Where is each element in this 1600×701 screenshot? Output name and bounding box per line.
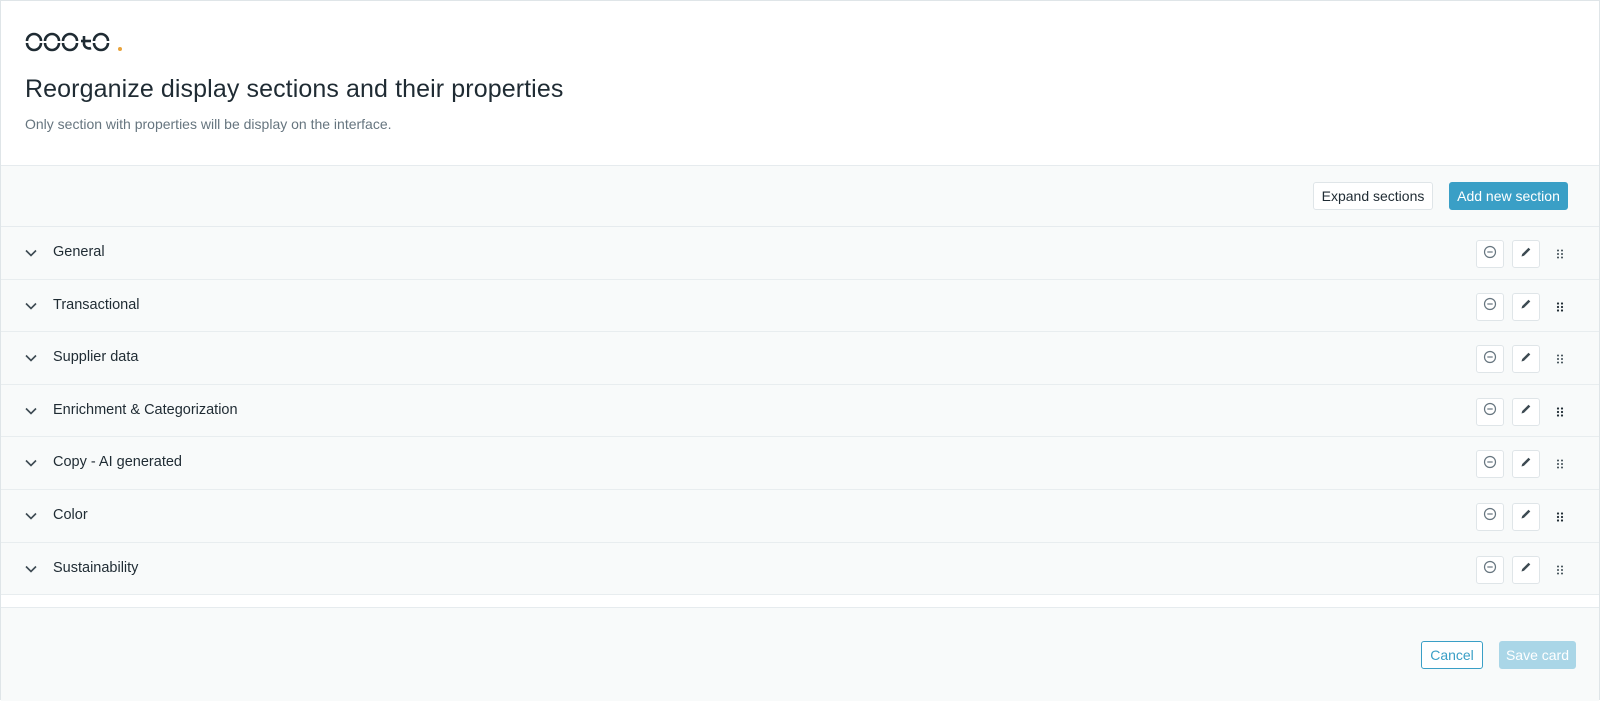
section-row-transactional[interactable]: Transactional	[1, 279, 1599, 333]
modal-frame: Reorganize display sections and their pr…	[0, 0, 1600, 701]
remove-section-button[interactable]	[1476, 555, 1504, 584]
pencil-icon	[1519, 455, 1533, 474]
pencil-icon	[1519, 245, 1533, 264]
page-title: Reorganize display sections and their pr…	[25, 75, 564, 103]
chevron-down-icon[interactable]	[24, 351, 38, 365]
chevron-down-icon[interactable]	[24, 299, 38, 313]
remove-section-button[interactable]	[1476, 397, 1504, 426]
drag-handle-icon[interactable]	[1553, 510, 1567, 524]
edit-section-button[interactable]	[1512, 502, 1540, 531]
minus-circle-icon	[1483, 297, 1497, 316]
pencil-icon	[1519, 560, 1533, 579]
pencil-icon	[1519, 507, 1533, 526]
section-row-sustainability[interactable]: Sustainability	[1, 542, 1599, 596]
drag-handle-icon[interactable]	[1553, 563, 1567, 577]
drag-handle-icon[interactable]	[1553, 352, 1567, 366]
section-label: Copy - AI generated	[53, 454, 182, 471]
pencil-icon	[1519, 297, 1533, 316]
cancel-button[interactable]: Cancel	[1421, 641, 1483, 669]
drag-handle-icon[interactable]	[1553, 247, 1567, 261]
section-row-copy-ai-generated[interactable]: Copy - AI generated	[1, 437, 1599, 490]
drag-handle-icon[interactable]	[1553, 300, 1567, 314]
minus-circle-icon	[1483, 560, 1497, 579]
occtoo-logo	[25, 32, 125, 52]
sections-list: General Transactional Supplier data Enri…	[1, 227, 1599, 596]
section-label: Enrichment & Categorization	[53, 401, 238, 418]
section-row-color[interactable]: Color	[1, 489, 1599, 543]
minus-circle-icon	[1483, 350, 1497, 369]
sections-toolbar: Expand sections Add new section	[1, 166, 1599, 227]
section-label: Transactional	[53, 296, 140, 313]
minus-circle-icon	[1483, 507, 1497, 526]
expand-sections-button[interactable]: Expand sections	[1313, 182, 1433, 210]
pencil-icon	[1519, 350, 1533, 369]
edit-section-button[interactable]	[1512, 345, 1540, 374]
add-new-section-button[interactable]: Add new section	[1449, 182, 1568, 210]
edit-section-button[interactable]	[1512, 397, 1540, 426]
minus-circle-icon	[1483, 455, 1497, 474]
chevron-down-icon[interactable]	[24, 246, 38, 260]
section-label: Color	[53, 506, 88, 523]
modal-footer: Cancel Save card	[1, 607, 1599, 701]
page-subtitle: Only section with properties will be dis…	[25, 116, 392, 132]
occtoo-logo-mark	[25, 32, 122, 52]
edit-section-button[interactable]	[1512, 555, 1540, 584]
remove-section-button[interactable]	[1476, 502, 1504, 531]
section-label: Supplier data	[53, 349, 139, 366]
minus-circle-icon	[1483, 245, 1497, 264]
chevron-down-icon[interactable]	[24, 404, 38, 418]
edit-section-button[interactable]	[1512, 450, 1540, 479]
section-label: General	[53, 244, 105, 260]
save-card-button[interactable]: Save card	[1499, 641, 1576, 669]
drag-handle-icon[interactable]	[1553, 405, 1567, 419]
chevron-down-icon[interactable]	[24, 456, 38, 470]
edit-section-button[interactable]	[1512, 292, 1540, 321]
drag-handle-icon[interactable]	[1553, 457, 1567, 471]
minus-circle-icon	[1483, 402, 1497, 421]
pencil-icon	[1519, 402, 1533, 421]
section-row-supplier-data[interactable]: Supplier data	[1, 332, 1599, 385]
section-row-general[interactable]: General	[1, 227, 1599, 280]
remove-section-button[interactable]	[1476, 240, 1504, 268]
edit-section-button[interactable]	[1512, 240, 1540, 268]
remove-section-button[interactable]	[1476, 450, 1504, 479]
remove-section-button[interactable]	[1476, 345, 1504, 374]
section-row-enrichment-categorization[interactable]: Enrichment & Categorization	[1, 384, 1599, 438]
chevron-down-icon[interactable]	[24, 562, 38, 576]
remove-section-button[interactable]	[1476, 292, 1504, 321]
chevron-down-icon[interactable]	[24, 509, 38, 523]
header: Reorganize display sections and their pr…	[1, 1, 1599, 166]
section-label: Sustainability	[53, 559, 139, 576]
